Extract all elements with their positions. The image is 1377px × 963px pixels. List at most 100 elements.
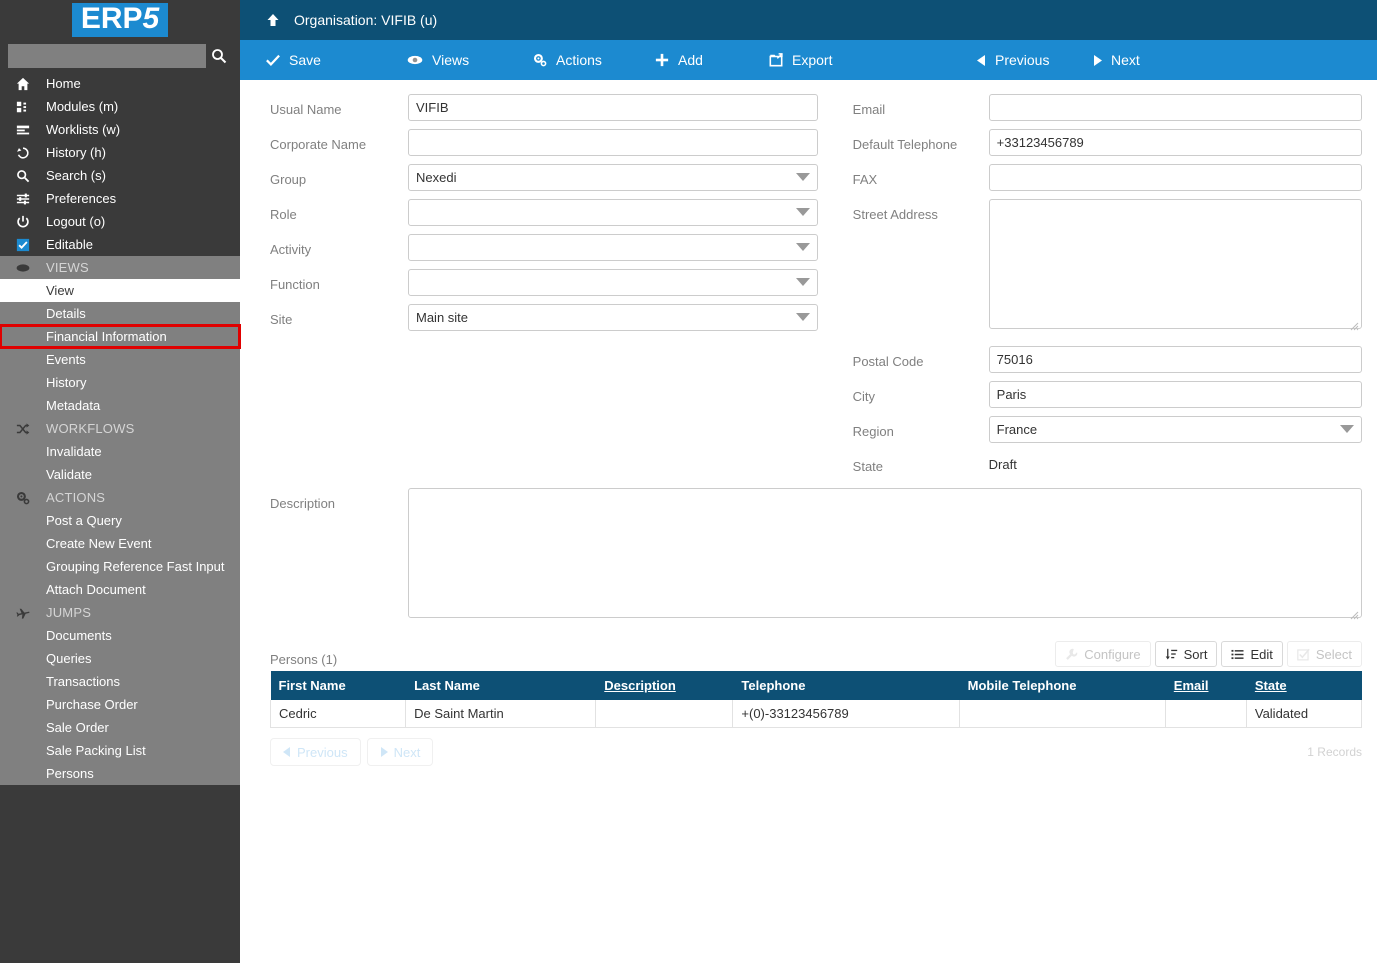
description-textarea[interactable]	[408, 488, 1362, 618]
field-description: Description	[240, 482, 1377, 623]
toolbar-views-button[interactable]: Views	[395, 40, 521, 80]
sidebar-item-details[interactable]: Details	[0, 302, 240, 325]
sidebar-item-preferences[interactable]: Preferences	[0, 187, 240, 210]
up-arrow-icon[interactable]	[266, 13, 280, 27]
sidebar-item-label: Worklists (w)	[46, 122, 121, 137]
sidebar-item-metadata[interactable]: Metadata	[0, 394, 240, 417]
column-header[interactable]: Email	[1165, 671, 1247, 700]
erp5-logo: ERP5	[71, 3, 169, 37]
pagination-next-button[interactable]: Next	[366, 738, 434, 766]
sidebar-item-worklists-w[interactable]: Worklists (w)	[0, 118, 240, 141]
sidebar-section-label: JUMPS	[46, 605, 92, 620]
shuffle-icon	[0, 422, 46, 436]
fax-input[interactable]	[988, 164, 1362, 191]
toolbar-save-button[interactable]: Save	[240, 40, 395, 80]
search-icon[interactable]	[206, 44, 232, 68]
listbox-buttons: Configure Sort Edit Select	[1055, 641, 1362, 667]
sidebar-section-label: WORKFLOWS	[46, 421, 135, 436]
sidebar-item-label: Financial Information	[46, 329, 167, 344]
sidebar-item-financial-information[interactable]: Financial Information	[0, 324, 241, 349]
page-titlebar: Organisation: VIFIB (u)	[240, 0, 1377, 40]
sidebar-item-documents[interactable]: Documents	[0, 624, 240, 647]
sidebar-item-grouping-reference-fast-input[interactable]: Grouping Reference Fast Input	[0, 555, 240, 578]
sidebar-item-label: Metadata	[46, 398, 101, 413]
field-usual-name: Usual Name	[270, 94, 843, 121]
table-row[interactable]: Cedric De Saint Martin +(0)-33123456789 Val…	[269, 700, 1363, 728]
logout-icon	[0, 215, 46, 229]
activity-label: Activity	[270, 242, 312, 257]
toolbar-button-label: Actions	[556, 52, 602, 68]
export-icon	[769, 53, 783, 67]
sidebar-item-label: Home	[46, 76, 81, 91]
sidebar-item-history-h[interactable]: History (h)	[0, 141, 240, 164]
group-label: Group	[270, 172, 307, 187]
sidebar-item-search-s[interactable]: Search (s)	[0, 164, 240, 187]
toolbar-actions-button[interactable]: Actions	[521, 40, 641, 80]
sidebar-item-attach-document[interactable]: Attach Document	[0, 578, 240, 601]
form-area: Usual Name Corporate Name Group Nexedi Role A…	[240, 80, 1377, 766]
column-header: Last Name	[405, 671, 597, 700]
listbox-edit-button[interactable]: Edit	[1221, 641, 1283, 667]
sidebar-item-label: Post a Query	[46, 513, 122, 528]
corporate-name-label: Corporate Name	[270, 137, 367, 152]
sidebar-item-editable[interactable]: Editable	[0, 233, 240, 256]
email-input[interactable]	[988, 94, 1362, 121]
form-right-column: Email Default Telephone FAX Street Address P…	[853, 94, 1362, 482]
group-select[interactable]: Nexedi	[408, 164, 818, 191]
region-select[interactable]: France	[988, 416, 1362, 443]
sidebar-item-post-a-query[interactable]: Post a Query	[0, 509, 240, 532]
field-street-address: Street Address	[853, 199, 1362, 334]
toolbar-button-label: Next	[1111, 52, 1140, 68]
usual-name-label: Usual Name	[270, 102, 342, 117]
airplane-icon	[0, 606, 46, 620]
default-telephone-label: Default Telephone	[852, 137, 958, 152]
sidebar-item-events[interactable]: Events	[0, 348, 240, 371]
sidebar-item-queries[interactable]: Queries	[0, 647, 240, 670]
pagination-previous-button[interactable]: Previous	[270, 738, 361, 766]
sidebar-item-purchase-order[interactable]: Purchase Order	[0, 693, 240, 716]
sidebar-item-sale-order[interactable]: Sale Order	[0, 716, 240, 739]
sidebar-item-history[interactable]: History	[0, 371, 240, 394]
toolbar-next-button[interactable]: Next	[1071, 40, 1140, 80]
sidebar-item-logout-o[interactable]: Logout (o)	[0, 210, 240, 233]
sidebar-item-label: Validate	[46, 467, 93, 482]
corporate-name-input[interactable]	[408, 129, 818, 156]
listbox-sort-button[interactable]: Sort	[1154, 641, 1218, 667]
usual-name-input[interactable]	[408, 94, 818, 121]
toolbar-export-button[interactable]: Export	[757, 40, 947, 80]
sidebar-item-create-new-event[interactable]: Create New Event	[0, 532, 240, 555]
postal-code-input[interactable]	[988, 346, 1362, 373]
state-label: State	[852, 459, 884, 474]
column-header[interactable]: Description	[595, 671, 734, 700]
sidebar-item-label: Invalidate	[46, 444, 102, 459]
gears-icon	[0, 491, 46, 505]
street-address-textarea[interactable]	[988, 199, 1362, 329]
activity-select[interactable]	[408, 234, 818, 261]
sidebar-item-sale-packing-list[interactable]: Sale Packing List	[0, 739, 240, 762]
sidebar-item-label: Create New Event	[46, 536, 152, 551]
sidebar-item-persons[interactable]: Persons	[0, 762, 240, 785]
field-region: Region France	[853, 416, 1362, 443]
column-header[interactable]: State	[1246, 671, 1363, 700]
history-icon	[0, 146, 46, 160]
sidebar-item-label: Search (s)	[46, 168, 106, 183]
toolbar-previous-button[interactable]: Previous	[947, 40, 1071, 80]
sidebar-item-invalidate[interactable]: Invalidate	[0, 440, 240, 463]
default-telephone-input[interactable]	[988, 129, 1362, 156]
site-select[interactable]: Main site	[408, 304, 818, 331]
sidebar-item-modules-m[interactable]: Modules (m)	[0, 95, 240, 118]
field-fax: FAX	[853, 164, 1362, 191]
search-input[interactable]	[8, 44, 206, 68]
function-select[interactable]	[408, 269, 818, 296]
sidebar-item-home[interactable]: Home	[0, 72, 240, 95]
field-postal-code: Postal Code	[853, 346, 1362, 373]
role-select[interactable]	[408, 199, 818, 226]
sidebar-item-validate[interactable]: Validate	[0, 463, 240, 486]
sidebar-section-label: ACTIONS	[46, 490, 106, 505]
sidebar-item-transactions[interactable]: Transactions	[0, 670, 240, 693]
listbox-configure-button: Configure	[1055, 641, 1151, 667]
toolbar-add-button[interactable]: Add	[641, 40, 757, 80]
city-input[interactable]	[988, 381, 1362, 408]
table-cell	[595, 700, 734, 728]
sidebar-item-view[interactable]: View	[0, 279, 240, 302]
